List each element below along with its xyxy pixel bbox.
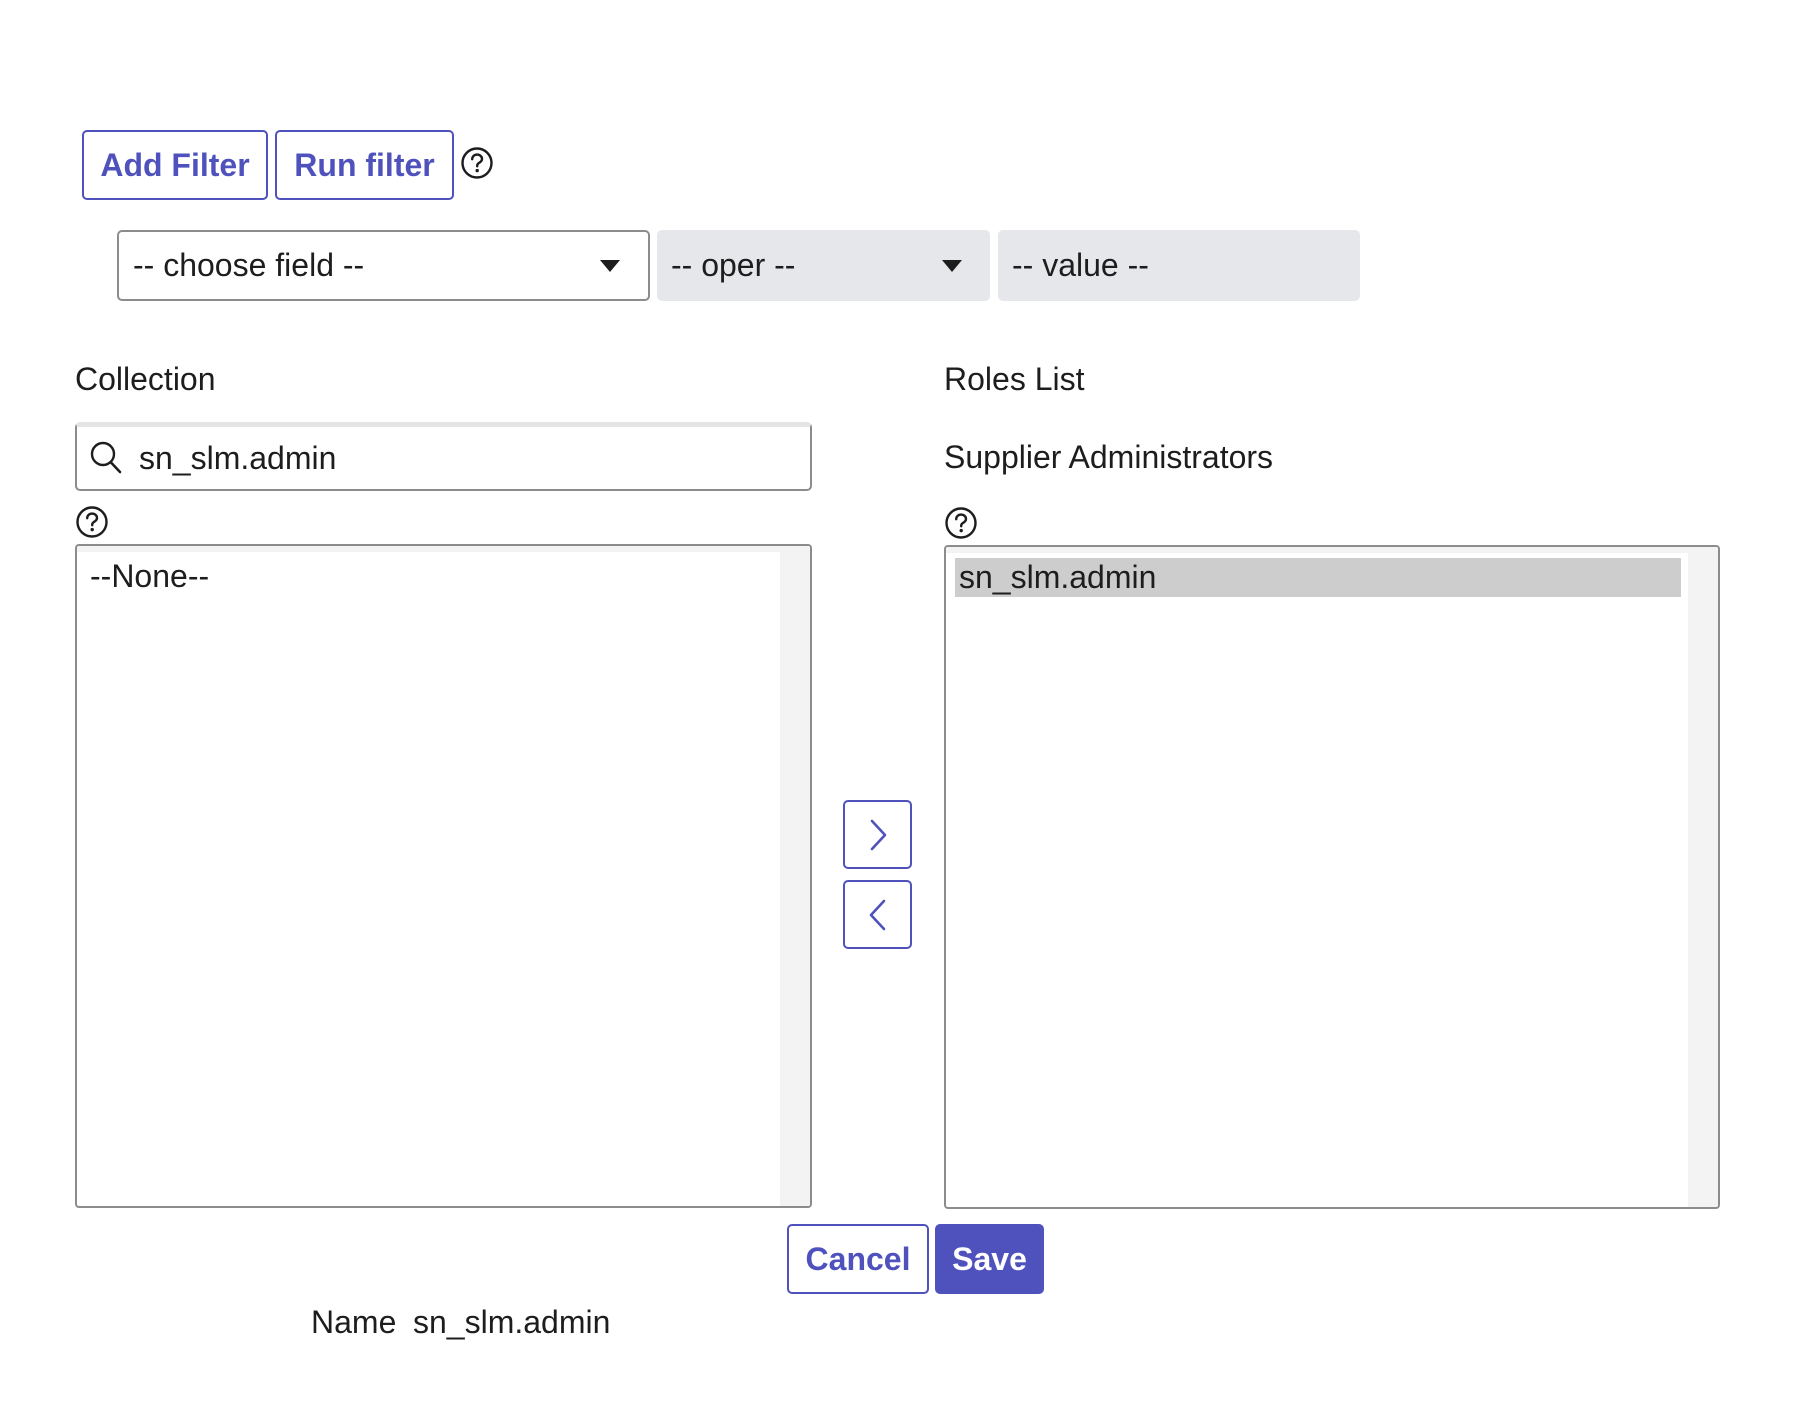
choose-field-value: -- choose field -- [133,247,365,283]
collection-label: Collection [75,361,216,397]
chevron-left-icon [869,899,885,930]
collection-scrollbar[interactable] [780,546,810,1206]
list-item-label: sn_slm.admin [959,559,1157,595]
name-value: sn_slm.admin [413,1304,611,1340]
collection-help-icon[interactable] [75,505,109,539]
save-button[interactable]: Save [935,1224,1044,1294]
value-field[interactable]: -- value -- [998,230,1360,301]
roles-list-label: Roles List [944,361,1085,397]
roles-scrollbar[interactable] [1688,547,1718,1207]
roles-help-icon[interactable] [944,506,978,540]
roles-group-label: Supplier Administrators [944,439,1274,475]
collection-search-value: sn_slm.admin [139,440,337,476]
list-item[interactable]: --None-- [90,558,209,595]
run-filter-button[interactable]: Run filter [275,130,454,200]
filter-help-icon[interactable] [460,146,494,180]
collection-listbox[interactable]: --None-- [75,544,812,1208]
oper-select[interactable]: -- oper -- [657,230,990,301]
remove-from-roles-button[interactable] [843,880,912,949]
oper-value: -- oper -- [671,247,796,283]
choose-field-select[interactable]: -- choose field -- [117,230,650,301]
caret-down-icon [942,259,962,272]
add-to-roles-button[interactable] [843,800,912,869]
list-item-selected[interactable]: sn_slm.admin [955,558,1681,597]
chevron-right-icon [870,819,886,850]
cancel-button[interactable]: Cancel [787,1224,929,1294]
value-placeholder: -- value -- [1012,247,1149,283]
caret-down-icon [600,259,620,272]
search-icon [89,440,123,481]
collection-search-input[interactable]: sn_slm.admin [75,422,812,491]
roles-listbox[interactable]: sn_slm.admin [944,545,1720,1209]
name-label: Name [311,1304,397,1340]
add-filter-button[interactable]: Add Filter [82,130,268,200]
